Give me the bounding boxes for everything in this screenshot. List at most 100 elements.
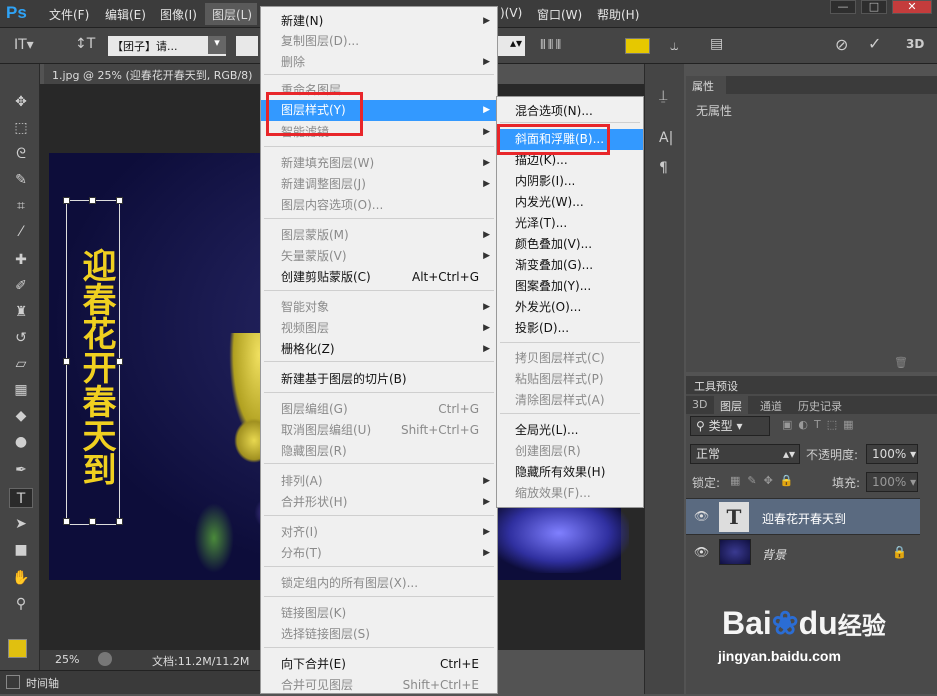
layer-menu-item[interactable]: 链接图层(K) [261,603,497,624]
layer-menu-item[interactable]: 矢量蒙版(V) ▶ [261,246,497,267]
style-menu-item[interactable]: 混合选项(N)... [497,101,643,122]
menu-help[interactable]: 帮助(H) [597,6,639,23]
layer-menu-item[interactable]: 新建(N) ▶ [261,11,497,32]
marquee-tool-icon[interactable]: ⬚ [9,118,33,138]
menu-window[interactable]: 窗口(W) [537,6,582,23]
menu-layer[interactable]: 图层(L) [205,3,257,25]
layer-menu-item[interactable]: 智能对象 ▶ [261,297,497,318]
layer-menu-item[interactable]: 取消图层编组(U) Shift+Ctrl+G [261,420,497,441]
layer-menu-item[interactable]: 图层编组(G) Ctrl+G [261,399,497,420]
antialias-select[interactable]: ▴▾ [497,36,525,56]
style-menu-item[interactable]: 清除图层样式(A) [497,390,643,411]
layer-menu-item[interactable]: 隐藏图层(R) [261,441,497,462]
eye-icon[interactable]: 👁 [694,545,709,559]
layer-menu-item[interactable]: 排列(A) ▶ [261,471,497,492]
character-panel-icon[interactable]: A| [659,130,673,146]
layer-name[interactable]: 迎春花开春天到 [762,510,846,527]
style-menu-item[interactable]: 全局光(L)... [497,420,643,441]
tab-properties[interactable]: 属性 [686,76,726,94]
stamp-tool-icon[interactable]: ♜ [9,302,33,322]
maximize-button[interactable]: □ [861,0,887,14]
lasso-tool-icon[interactable]: ᘓ [9,144,33,164]
layer-menu-item[interactable]: 视频图层 ▶ [261,318,497,339]
menu-file[interactable]: 文件(F) [49,6,89,23]
layer-menu-item[interactable]: 新建基于图层的切片(B) [261,369,497,390]
doc-info-icon[interactable] [98,652,112,666]
eyedropper-tool-icon[interactable]: ⁄ [9,222,33,242]
fill-input[interactable]: 100% ▾ [866,472,918,492]
blend-mode-select[interactable]: 正常 ▴▾ [690,444,800,464]
tab-3d[interactable]: 3D [692,398,707,411]
commit-icon[interactable]: ✓ [868,34,881,53]
vertical-text-layer[interactable]: 迎春花开春天到 [66,200,120,525]
layer-row-text[interactable]: 👁 T 迎春花开春天到 [686,498,920,534]
style-menu-item[interactable]: 内阴影(I)... [497,171,643,192]
lock-icons[interactable]: ▦✎✥🔒 [730,474,801,487]
style-menu-item[interactable]: 投影(D)... [497,318,643,339]
transform-handle[interactable] [116,197,123,204]
layer-menu-item[interactable]: 合并形状(H) ▶ [261,492,497,513]
filter-icons[interactable]: ▣◐T⬚▦ [782,418,860,431]
style-menu-item[interactable]: 光泽(T)... [497,213,643,234]
layer-menu-item[interactable]: 选择链接图层(S) [261,624,497,645]
layer-filter-select[interactable]: ⚲ 类型 ▾ [690,416,770,436]
warp-text-icon[interactable]: ⥿ [670,36,678,54]
path-select-tool-icon[interactable]: ➤ [9,514,33,534]
style-menu-item[interactable]: 隐藏所有效果(H) [497,462,643,483]
style-menu-item[interactable]: 渐变叠加(G)... [497,255,643,276]
layer-menu-item[interactable]: 创建剪贴蒙版(C) Alt+Ctrl+G [261,267,497,288]
healing-tool-icon[interactable]: ✚ [9,250,33,270]
style-menu-item[interactable]: 内发光(W)... [497,192,643,213]
text-tool-icon[interactable]: IT▾ [14,37,34,53]
trash-icon[interactable]: 🗑 [894,356,908,369]
transform-handle[interactable] [63,518,70,525]
gradient-tool-icon[interactable]: ▦ [9,380,33,400]
menu-view[interactable]: )(V) [500,6,522,20]
layer-menu-item[interactable]: 图层内容选项(O)... [261,195,497,216]
style-menu-item[interactable]: 颜色叠加(V)... [497,234,643,255]
tab-history[interactable]: 历史记录 [798,398,842,414]
tab-channels[interactable]: 通道 [760,398,782,414]
layer-menu-item[interactable]: 向下合并(E) Ctrl+E [261,654,497,675]
align-buttons-icon[interactable]: ⦀⦀⦀ [540,38,563,53]
transform-handle[interactable] [63,197,70,204]
layer-menu-item[interactable]: 复制图层(D)... [261,31,497,52]
layer-row-background[interactable]: 👁 背景 🔒 [686,534,920,570]
hand-tool-icon[interactable]: ✋ [9,568,33,588]
font-style-select[interactable] [236,36,258,56]
document-tab[interactable]: 1.jpg @ 25% (迎春花开春天到, RGB/8) [44,64,260,84]
transform-handle[interactable] [116,358,123,365]
eye-icon[interactable]: 👁 [694,509,709,523]
style-menu-item[interactable]: 图案叠加(Y)... [497,276,643,297]
paragraph-panel-icon[interactable]: ¶ [659,160,668,176]
blur-tool-icon[interactable]: ◆ [9,406,33,426]
zoom-tool-icon[interactable]: ⚲ [9,594,33,614]
layer-menu-item[interactable]: 合并可见图层 Shift+Ctrl+E [261,675,497,696]
layer-menu-item[interactable]: 新建调整图层(J) ▶ [261,174,497,195]
timeline-tab[interactable]: 时间轴 [26,675,59,691]
pen-tool-icon[interactable]: ✒ [9,460,33,480]
shape-tool-icon[interactable]: ■ [9,540,33,560]
layer-menu-item[interactable]: 锁定组内的所有图层(X)... [261,573,497,594]
transform-handle[interactable] [116,518,123,525]
brush-tool-icon[interactable]: ✐ [9,276,33,296]
text-color-swatch[interactable] [625,38,650,54]
style-menu-item[interactable]: 粘贴图层样式(P) [497,369,643,390]
close-button[interactable]: ✕ [892,0,932,14]
type-tool-icon[interactable]: T [9,488,33,508]
layer-menu-item[interactable]: 栅格化(Z) ▶ [261,339,497,360]
foreground-color-swatch[interactable] [8,639,27,658]
zoom-level[interactable]: 25% [55,653,79,666]
crop-tool-icon[interactable]: ⌗ [9,196,33,216]
layer-name[interactable]: 背景 [762,546,786,563]
style-menu-item[interactable]: 拷贝图层样式(C) [497,348,643,369]
panels-toggle-icon[interactable]: ▤ [710,36,723,52]
3d-mode-button[interactable]: 3D [906,37,924,51]
layer-menu-item[interactable]: 新建填充图层(W) ▶ [261,153,497,174]
minimize-button[interactable]: — [830,0,856,14]
opacity-input[interactable]: 100% ▾ [866,444,918,464]
cancel-icon[interactable]: ⊘ [835,35,848,54]
tab-layers[interactable]: 图层 [714,396,748,414]
history-panel-icon[interactable]: ⍊ [659,88,667,104]
orientation-toggle-icon[interactable]: ↕T [75,36,95,52]
